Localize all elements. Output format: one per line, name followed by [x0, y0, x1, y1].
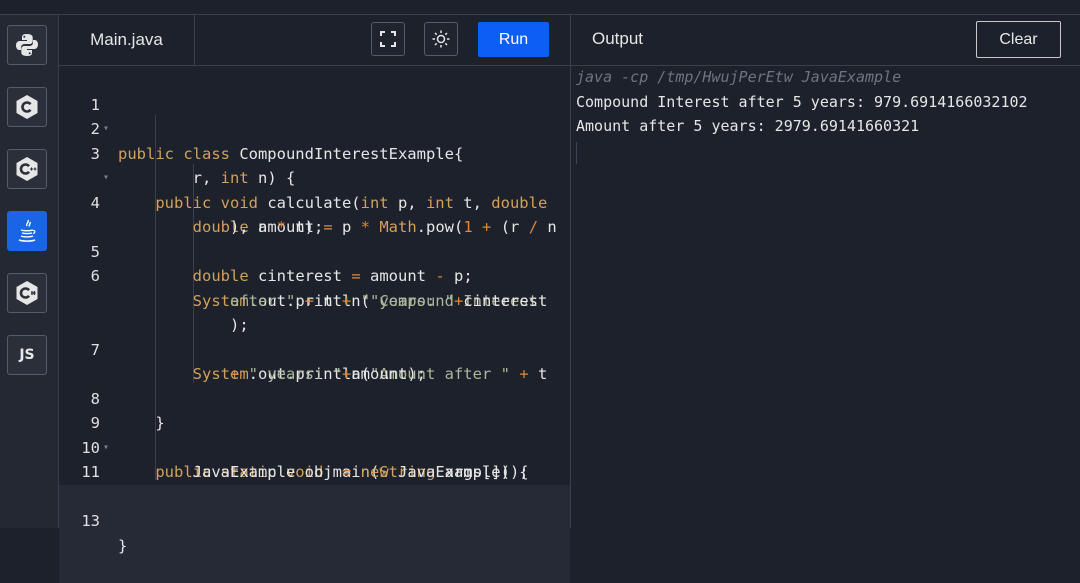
python-icon — [16, 34, 38, 56]
code-line-active: 13 } — [59, 484, 570, 583]
sun-icon — [432, 30, 450, 48]
run-button[interactable]: Run — [478, 22, 549, 57]
output-line: Amount after 5 years: 2979.69141660321 — [576, 117, 920, 135]
csharp-icon — [16, 281, 38, 305]
editor-header: Main.java Run — [59, 15, 570, 66]
output-command: java -cp /tmp/HwujPerEtw JavaExample — [576, 68, 902, 86]
java-icon — [18, 219, 36, 242]
theme-toggle-button[interactable] — [424, 22, 458, 56]
top-bar — [0, 0, 1080, 15]
editor-pane: Main.java Run 1 ▾ public class CompoundI… — [59, 15, 570, 583]
file-tab-main-java[interactable]: Main.java — [59, 15, 195, 65]
fullscreen-icon — [380, 31, 396, 47]
output-pane: Output Clear java -cp /tmp/HwujPerEtw Ja… — [571, 15, 1080, 528]
code-text: } — [118, 536, 128, 555]
c-button[interactable] — [7, 87, 47, 127]
code-editor[interactable]: 1 ▾ public class CompoundInterestExample… — [59, 66, 570, 583]
csharp-button[interactable] — [7, 273, 47, 313]
clear-button[interactable]: Clear — [976, 21, 1061, 58]
c-icon — [16, 95, 38, 119]
output-header: Output Clear — [571, 15, 1080, 66]
language-sidebar: JS — [0, 15, 59, 528]
output-title: Output — [592, 29, 644, 48]
javascript-button[interactable]: JS — [7, 335, 47, 375]
output-cursor — [576, 142, 577, 164]
javascript-icon: JS — [19, 347, 35, 363]
output-line: Compound Interest after 5 years: 979.691… — [576, 93, 1028, 111]
line-number: 13 — [81, 512, 100, 530]
java-button[interactable] — [7, 211, 47, 251]
cpp-icon — [16, 157, 38, 181]
cpp-button[interactable] — [7, 149, 47, 189]
python-button[interactable] — [7, 25, 47, 65]
fullscreen-button[interactable] — [371, 22, 405, 56]
